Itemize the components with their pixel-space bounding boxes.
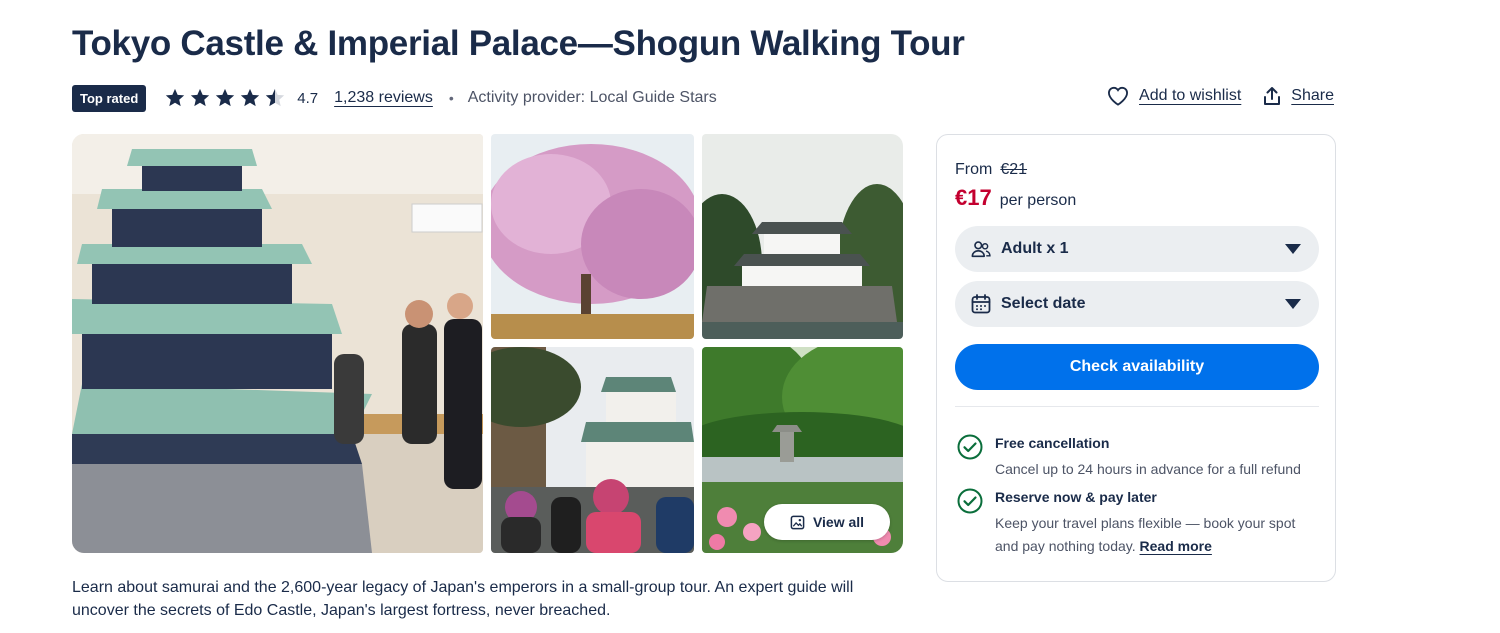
participants-select[interactable]: Adult x 1 xyxy=(955,226,1319,272)
people-icon xyxy=(971,241,991,258)
participants-value: Adult x 1 xyxy=(1001,240,1069,257)
rating-value: 4.7 xyxy=(297,89,319,107)
chevron-down-icon xyxy=(1285,244,1301,254)
share-label: Share xyxy=(1291,87,1334,104)
star-icon xyxy=(241,88,260,107)
feature-reserve-now: Reserve now & pay later Keep your travel… xyxy=(957,488,1315,558)
booking-card: From €21 €17 per person Adult x 1 Select… xyxy=(936,134,1336,582)
feature-description: Keep your travel plans flexible — book y… xyxy=(995,512,1315,558)
view-all-label: View all xyxy=(812,514,865,530)
star-icon xyxy=(216,88,235,107)
heart-icon xyxy=(1108,86,1129,106)
separator-dot: • xyxy=(448,90,454,106)
photo-castle-model[interactable] xyxy=(72,134,483,553)
photo-gallery: View all xyxy=(72,134,903,553)
price-row: €17 per person xyxy=(955,185,1076,211)
share-button[interactable]: Share xyxy=(1263,86,1334,106)
date-value: Select date xyxy=(1001,295,1086,312)
activity-description: Learn about samurai and the 2,600-year l… xyxy=(72,579,854,619)
meta-row: Top rated 4.7 1,238 reviews • Activity p… xyxy=(72,83,717,113)
date-select[interactable]: Select date xyxy=(955,281,1319,327)
feature-title: Free cancellation xyxy=(995,435,1110,451)
card-divider xyxy=(955,406,1319,407)
star-icon xyxy=(191,88,210,107)
add-to-wishlist-button[interactable]: Add to wishlist xyxy=(1107,86,1241,106)
check-circle-icon xyxy=(957,488,983,514)
feature-title: Reserve now & pay later xyxy=(995,489,1157,505)
per-person-label: per person xyxy=(999,192,1077,209)
photo-tour-group[interactable] xyxy=(491,347,694,553)
top-rated-badge: Top rated xyxy=(72,84,147,112)
chevron-down-icon xyxy=(1285,299,1301,309)
from-label: From xyxy=(955,161,993,178)
wishlist-label: Add to wishlist xyxy=(1139,87,1242,104)
share-icon xyxy=(1264,87,1281,105)
page-title: Tokyo Castle & Imperial Palace—Shogun Wa… xyxy=(72,24,965,63)
image-icon xyxy=(790,515,805,529)
view-all-button[interactable]: View all xyxy=(764,504,890,540)
check-availability-button[interactable]: Check availability xyxy=(955,344,1319,390)
photo-cherry-blossom[interactable] xyxy=(491,134,694,339)
original-price: €21 xyxy=(1000,161,1028,178)
half-star-icon xyxy=(266,88,285,107)
current-price: €17 xyxy=(955,185,992,210)
header-actions: Add to wishlist Share xyxy=(1107,86,1334,106)
read-more-link[interactable]: Read more xyxy=(1140,538,1212,554)
photo-castle-tower[interactable] xyxy=(702,134,903,339)
star-icon xyxy=(166,88,185,107)
feature-description: Cancel up to 24 hours in advance for a f… xyxy=(995,461,1301,477)
rating-stars xyxy=(164,87,289,109)
activity-provider: Activity provider: Local Guide Stars xyxy=(467,89,717,106)
reviews-link[interactable]: 1,238 reviews xyxy=(334,89,433,107)
check-circle-icon xyxy=(957,434,983,460)
feature-free-cancellation: Free cancellation Cancel up to 24 hours … xyxy=(957,434,1301,481)
price-from: From €21 xyxy=(955,161,1027,179)
calendar-icon xyxy=(971,294,991,314)
